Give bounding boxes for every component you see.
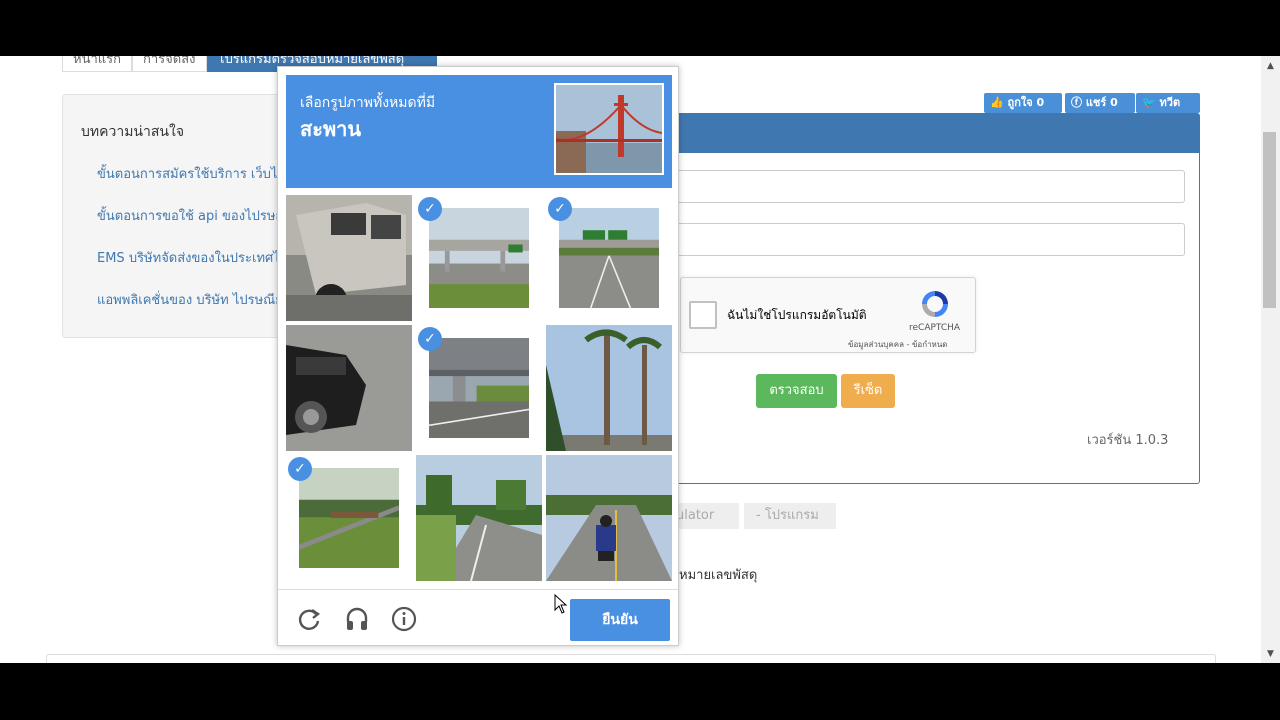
verify-button[interactable]: ยืนยัน <box>570 599 670 641</box>
page-viewport: หน้าแรก การจัดส่ง โปรแกรมตรวจสอบหมายเลขพ… <box>0 56 1280 663</box>
tile-image <box>428 338 530 438</box>
headphones-icon[interactable] <box>344 606 370 632</box>
reload-icon[interactable] <box>296 606 322 632</box>
sidebar-link[interactable]: ขั้นตอนการสมัครใช้บริการ เว็บไซต์ <box>97 163 295 184</box>
checkmark-icon: ✓ <box>418 327 442 351</box>
sidebar-title: บทความน่าสนใจ <box>81 124 185 140</box>
recaptcha-terms[interactable]: ข้อมูลส่วนบุคคล - ข้อกำหนด <box>848 338 948 351</box>
tag[interactable]: - โปรแกรม <box>744 503 836 529</box>
breadcrumb-shipping[interactable]: การจัดส่ง <box>132 56 207 72</box>
captcha-tile[interactable]: ✓ <box>416 325 542 451</box>
challenge-object: สะพาน <box>300 117 362 141</box>
check-button[interactable]: ตรวจสอบ <box>756 374 837 408</box>
scroll-down-icon[interactable]: ▼ <box>1261 646 1280 663</box>
tracking-input[interactable] <box>665 170 1185 203</box>
bottom-panel <box>46 654 1216 663</box>
captcha-tile[interactable] <box>286 195 412 321</box>
captcha-tile[interactable]: ✓ <box>286 455 412 581</box>
tile-image <box>546 325 672 451</box>
captcha-tile[interactable] <box>416 455 542 581</box>
facebook-icon: ⓕ <box>1071 96 1082 109</box>
mouse-cursor-icon <box>554 594 568 614</box>
thumbs-up-icon: 👍 <box>990 96 1004 109</box>
share-label: แชร์ 0 <box>1085 96 1118 109</box>
checkmark-icon: ✓ <box>548 197 572 221</box>
recaptcha-label: ฉันไม่ใช่โปรแกรมอัตโนมัติ <box>727 308 867 322</box>
breadcrumb-home[interactable]: หน้าแรก <box>62 56 132 72</box>
scroll-up-icon[interactable]: ▲ <box>1261 58 1280 75</box>
page-scrollbar[interactable]: ▲ ▼ <box>1261 56 1280 663</box>
info-icon[interactable] <box>391 606 417 632</box>
tile-image <box>298 468 400 568</box>
like-button[interactable]: 👍 ถูกใจ 0 <box>984 93 1062 113</box>
tile-image <box>546 455 672 581</box>
tracking-input-2[interactable] <box>665 223 1185 256</box>
recaptcha-logo-icon <box>922 291 948 317</box>
reset-button[interactable]: รีเซ็ต <box>841 374 895 408</box>
version-text: เวอร์ชัน 1.0.3 <box>1087 433 1169 448</box>
captcha-tile[interactable] <box>546 455 672 581</box>
share-button[interactable]: ⓕ แชร์ 0 <box>1065 93 1135 113</box>
tile-image <box>286 325 412 451</box>
panel-header <box>665 114 1199 153</box>
recaptcha-brand: reCAPTCHA <box>909 323 961 333</box>
tile-image <box>559 208 659 309</box>
captcha-tile[interactable] <box>286 325 412 451</box>
sidebar: บทความน่าสนใจ ขั้นตอนการสมัครใช้บริการ เ… <box>62 94 296 338</box>
footer-text: หมายเลขพัสดุ <box>679 568 758 583</box>
challenge-header: เลือกรูปภาพทั้งหมดที่มี สะพาน <box>286 75 672 188</box>
tweet-button[interactable]: 🐦 ทวีต <box>1136 93 1200 113</box>
sample-bridge-image <box>554 83 664 175</box>
twitter-icon: 🐦 <box>1142 96 1156 109</box>
sidebar-link[interactable]: EMS บริษัทจัดส่งของในประเทศไทย <box>97 247 296 268</box>
sidebar-link[interactable]: ขั้นตอนการขอใช้ api ของไปรษณีย์ <box>97 205 295 226</box>
scroll-thumb[interactable] <box>1263 132 1276 308</box>
captcha-tile[interactable]: ✓ <box>546 195 672 321</box>
checkmark-icon: ✓ <box>288 457 312 481</box>
challenge-footer: ยืนยัน <box>278 589 678 647</box>
captcha-tile[interactable] <box>546 325 672 451</box>
like-label: ถูกใจ 0 <box>1007 96 1045 109</box>
tweet-label: ทวีต <box>1159 96 1181 109</box>
recaptcha-checkbox[interactable] <box>689 301 717 329</box>
recaptcha-widget: ฉันไม่ใช่โปรแกรมอัตโนมัติ reCAPTCHA ข้อม… <box>680 277 976 353</box>
captcha-tile[interactable]: ✓ <box>416 195 542 321</box>
tile-image <box>286 195 412 321</box>
tile-image <box>429 208 529 308</box>
checkmark-icon: ✓ <box>418 197 442 221</box>
sidebar-link[interactable]: แอพพลิเคชั่นของ บริษัท ไปรษณีย์ <box>97 289 283 310</box>
tile-image <box>416 455 542 581</box>
challenge-instruction: เลือกรูปภาพทั้งหมดที่มี <box>300 95 436 111</box>
captcha-challenge: เลือกรูปภาพทั้งหมดที่มี สะพาน ✓ ✓ ✓ ✓ ยื… <box>277 66 679 646</box>
